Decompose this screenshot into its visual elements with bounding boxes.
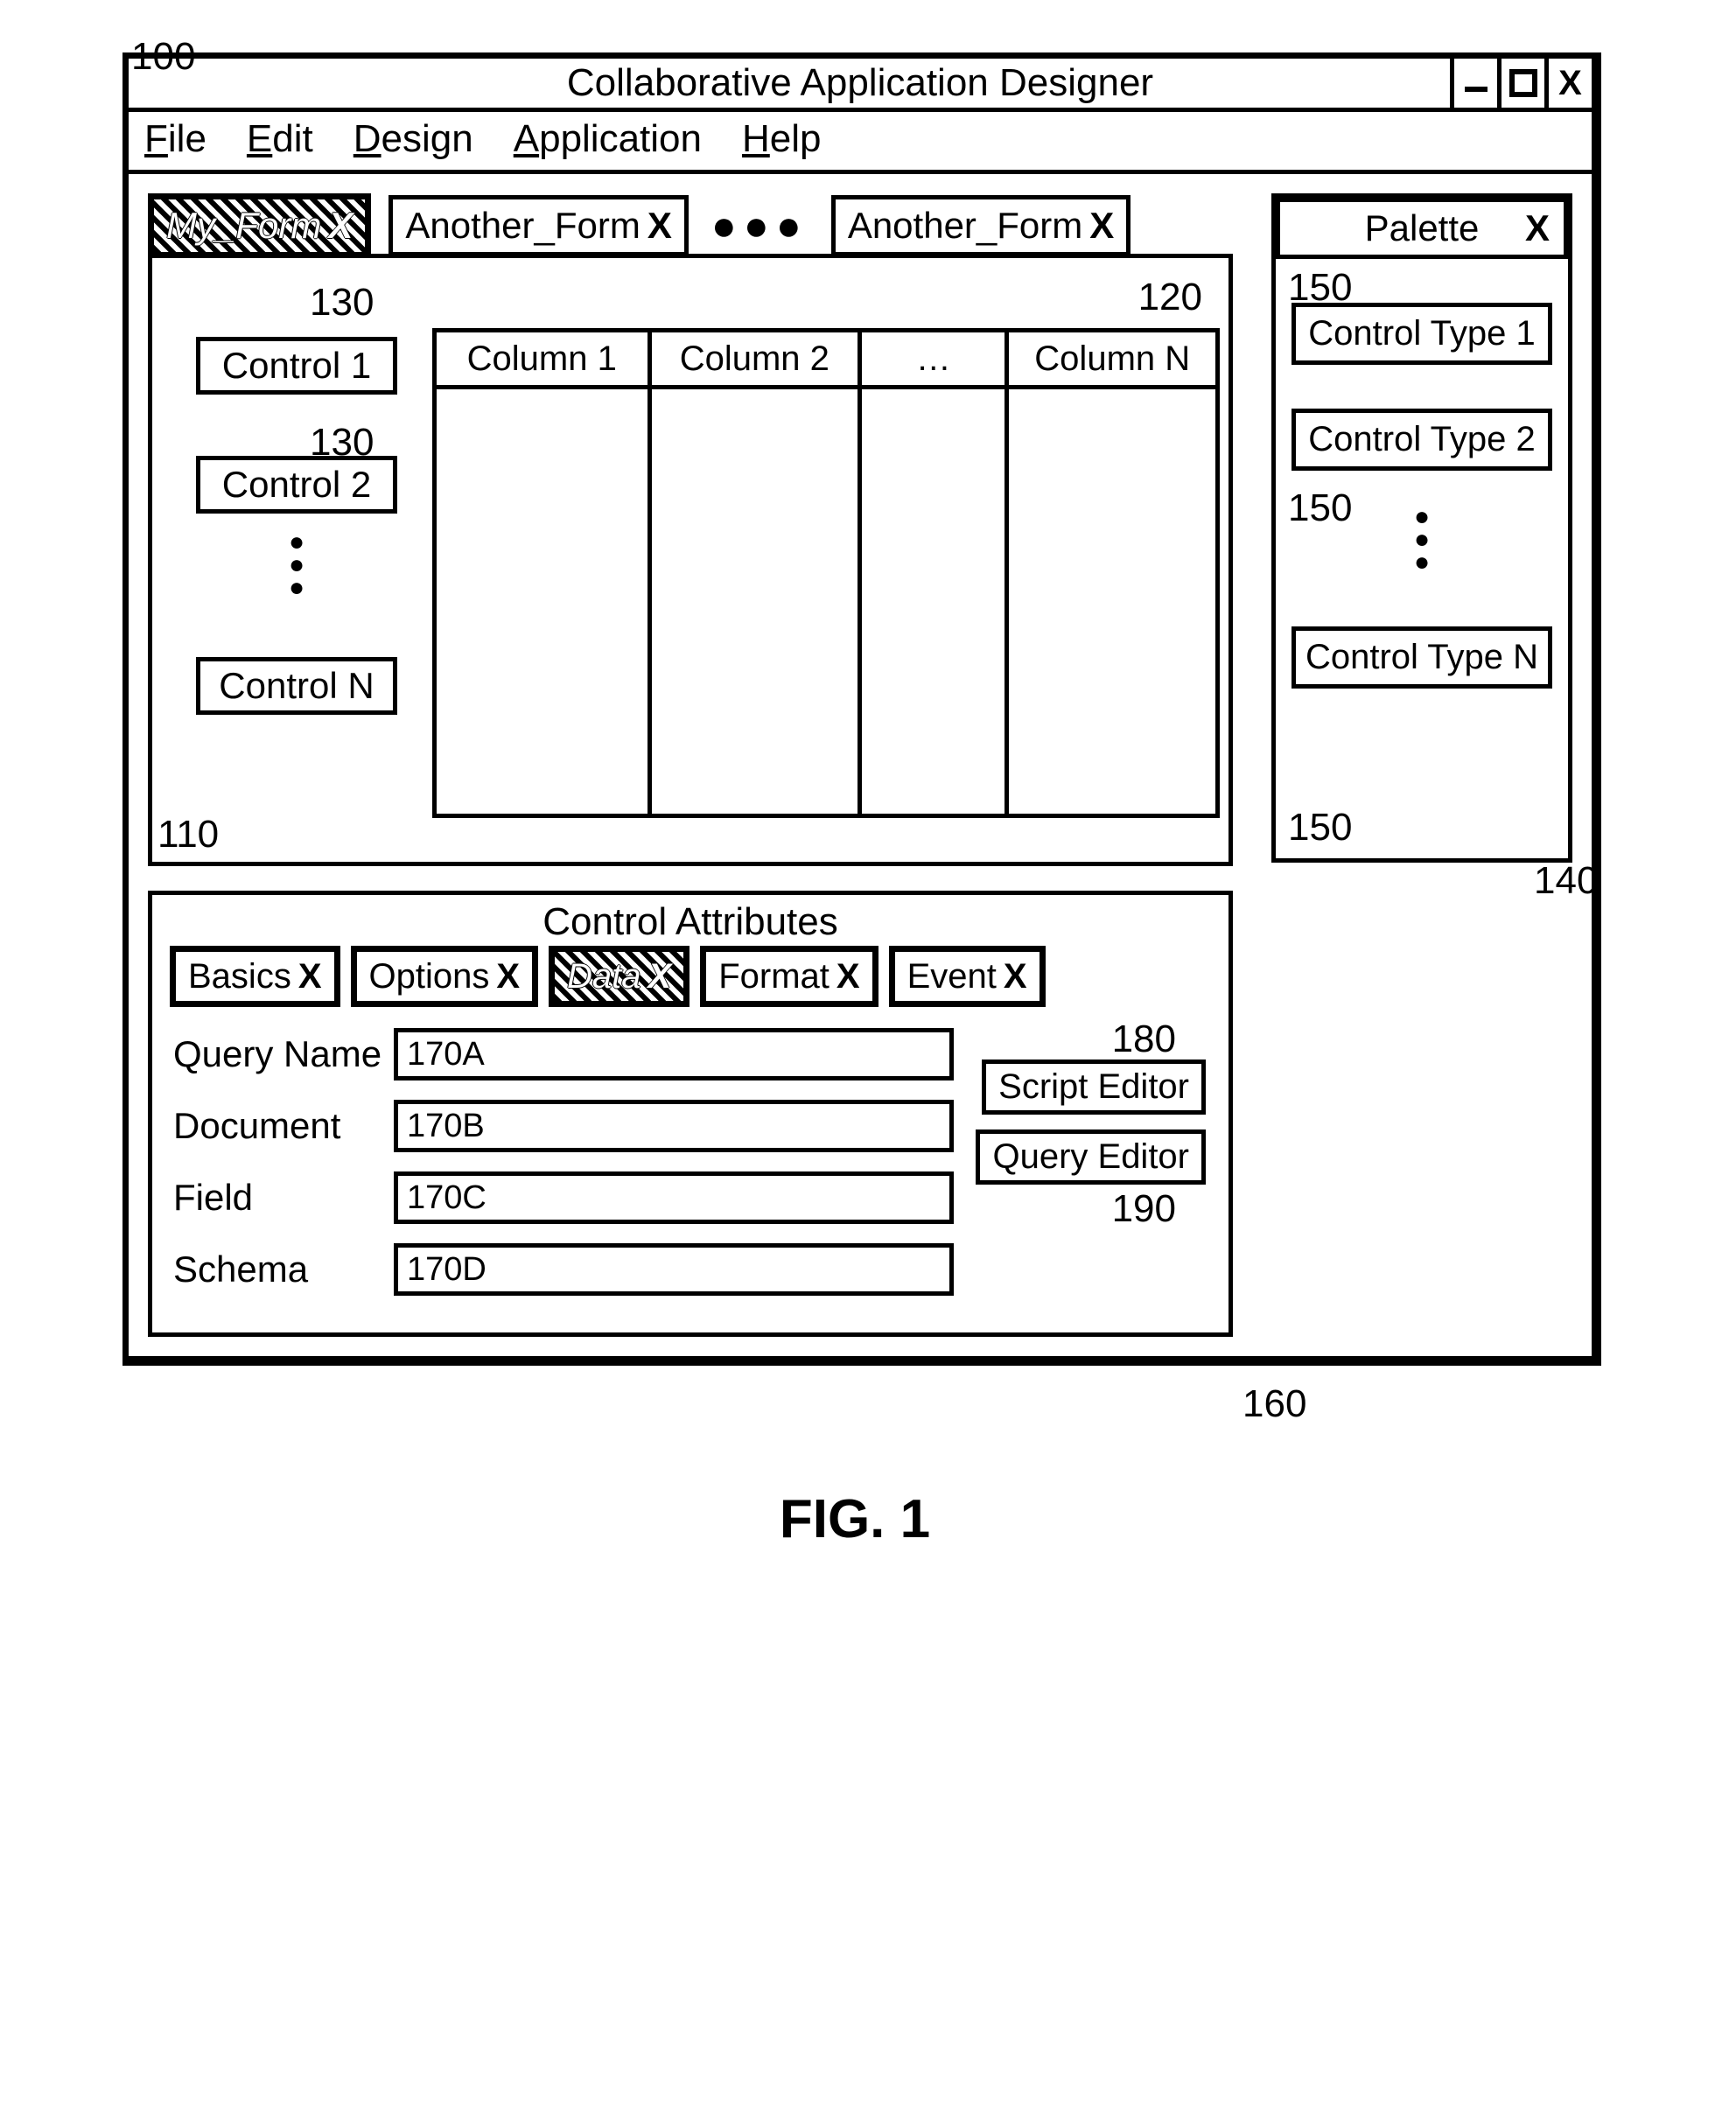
window-title: Collaborative Application Designer — [567, 61, 1153, 105]
tab-close-icon[interactable]: X — [1089, 205, 1114, 247]
palette-item[interactable]: Control Type N — [1292, 626, 1552, 689]
ref-160: 160 — [1242, 1382, 1306, 1426]
palette-close-icon[interactable]: X — [1525, 207, 1550, 249]
tab-basics[interactable]: BasicsX — [170, 946, 340, 1007]
tab-close-icon[interactable]: X — [648, 205, 672, 247]
minimize-button[interactable] — [1450, 59, 1497, 108]
tab-format[interactable]: FormatX — [700, 946, 878, 1007]
menu-file[interactable]: File — [144, 117, 206, 161]
tab-label: Format — [718, 957, 830, 997]
field-schema[interactable]: 170D — [394, 1243, 954, 1296]
tab-another-form-n[interactable]: Another_Form X — [831, 195, 1130, 256]
control-attributes-panel: Control Attributes BasicsX OptionsX Data… — [148, 891, 1233, 1337]
design-canvas[interactable]: 130 130 130 120 110 Control 1 Control 2 … — [148, 254, 1233, 866]
query-editor-button[interactable]: Query Editor — [976, 1129, 1206, 1185]
ref-150: 150 — [1288, 806, 1352, 850]
ref-140: 140 — [1534, 859, 1736, 903]
tab-event[interactable]: EventX — [889, 946, 1046, 1007]
ref-130: 130 — [310, 281, 374, 325]
col-header[interactable]: Column 1 — [437, 332, 648, 389]
tab-close-icon[interactable]: X — [496, 957, 520, 997]
col-header-ellipsis: … — [862, 332, 1004, 389]
ellipsis-icon: ●●● — [196, 531, 397, 599]
palette-title-label: Palette — [1365, 207, 1480, 249]
ref-150: 150 — [1288, 266, 1352, 310]
palette-title[interactable]: Palette X — [1276, 198, 1568, 259]
col-header[interactable]: Column N — [1009, 332, 1215, 389]
label-document: Document — [173, 1105, 383, 1147]
menubar: File Edit Design Application Help — [129, 112, 1592, 174]
app-window: Collaborative Application Designer X Fil… — [122, 52, 1601, 1366]
control-1[interactable]: Control 1 — [196, 337, 397, 395]
figure-caption: FIG. 1 — [122, 1488, 1587, 1550]
tab-overflow-icon: ●●● — [706, 202, 814, 250]
label-query-name: Query Name — [173, 1033, 383, 1075]
field-document[interactable]: 170B — [394, 1100, 954, 1152]
ref-150: 150 — [1288, 486, 1352, 530]
tab-close-icon[interactable]: X — [1004, 957, 1027, 997]
ref-120: 120 — [1138, 276, 1202, 319]
panel-title: Control Attributes — [152, 895, 1228, 946]
menu-edit[interactable]: Edit — [247, 117, 313, 161]
menu-help[interactable]: Help — [742, 117, 822, 161]
tab-close-icon[interactable]: X — [328, 205, 353, 247]
ref-110: 110 — [158, 813, 219, 857]
close-button[interactable]: X — [1544, 59, 1592, 108]
field-field[interactable]: 170C — [394, 1171, 954, 1224]
palette-item[interactable]: Control Type 1 — [1292, 303, 1552, 365]
close-icon: X — [1558, 64, 1582, 103]
tab-my-form[interactable]: My_Form X — [148, 193, 371, 258]
data-grid[interactable]: Column 1 Column 2 … Column N — [432, 328, 1220, 818]
script-editor-button[interactable]: Script Editor — [982, 1060, 1206, 1115]
tab-close-icon[interactable]: X — [298, 957, 322, 997]
menu-design[interactable]: Design — [354, 117, 473, 161]
ref-190: 190 — [1112, 1187, 1176, 1231]
palette-panel: Palette X 150 Control Type 1 Control Typ… — [1271, 193, 1572, 863]
tab-close-icon[interactable]: X — [836, 957, 860, 997]
control-n[interactable]: Control N — [196, 657, 397, 715]
col-header[interactable]: Column 2 — [652, 332, 858, 389]
field-query-name[interactable]: 170A — [394, 1028, 954, 1080]
titlebar: Collaborative Application Designer X — [129, 59, 1592, 112]
tab-label: Another_Form — [848, 205, 1082, 247]
tab-another-form-1[interactable]: Another_Form X — [388, 195, 688, 256]
maximize-button[interactable] — [1497, 59, 1544, 108]
tab-label: Event — [907, 957, 997, 997]
tab-label: Another_Form — [405, 205, 640, 247]
tab-label: Basics — [188, 957, 291, 997]
tab-data[interactable]: DataX — [549, 946, 690, 1007]
tab-close-icon[interactable]: X — [648, 957, 672, 997]
form-tabbar: My_Form X Another_Form X ●●● Another_For… — [148, 193, 1233, 258]
tab-label: My_Form — [166, 205, 321, 247]
palette-item[interactable]: Control Type 2 — [1292, 409, 1552, 471]
tab-label: Data — [567, 957, 641, 997]
tab-label: Options — [369, 957, 490, 997]
control-2[interactable]: Control 2 — [196, 456, 397, 514]
ref-180: 180 — [1112, 1018, 1176, 1061]
label-schema: Schema — [173, 1248, 383, 1290]
menu-application[interactable]: Application — [514, 117, 702, 161]
tab-options[interactable]: OptionsX — [351, 946, 539, 1007]
attr-tabbar: BasicsX OptionsX DataX FormatX EventX — [152, 946, 1228, 1007]
label-field: Field — [173, 1177, 383, 1219]
